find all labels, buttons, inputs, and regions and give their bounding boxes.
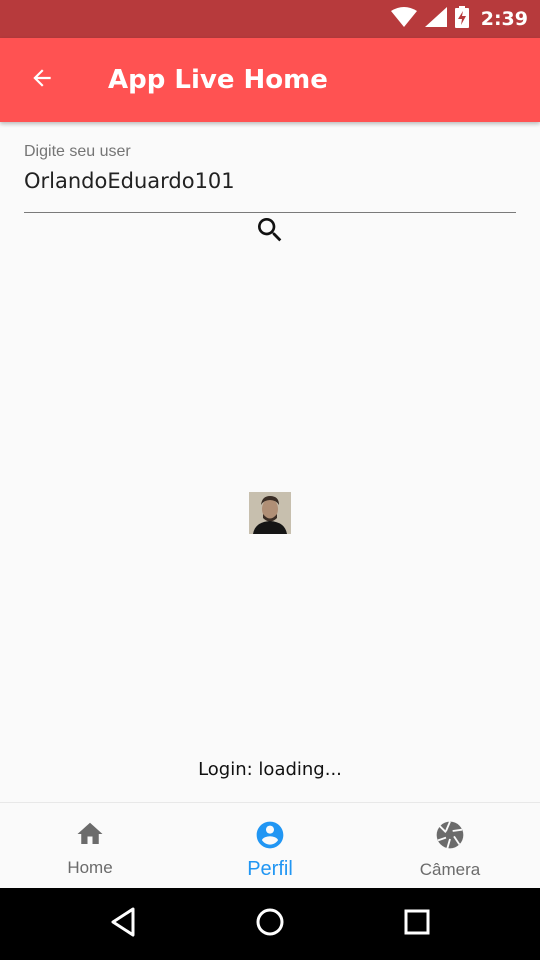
system-navigation-bar <box>0 888 540 960</box>
login-status: Login: loading... <box>198 759 342 780</box>
nav-item-perfil[interactable]: Perfil <box>180 803 360 888</box>
user-avatar-photo <box>249 492 291 534</box>
nav-item-home[interactable]: Home <box>0 803 180 888</box>
back-button[interactable] <box>20 58 64 102</box>
user-input[interactable] <box>24 169 516 193</box>
account-circle-icon <box>253 819 287 856</box>
search-icon <box>254 214 286 251</box>
system-recents-button[interactable] <box>387 894 447 954</box>
home-icon <box>74 819 106 854</box>
nav-item-camera[interactable]: Câmera <box>360 803 540 888</box>
home-circle-icon <box>255 907 285 942</box>
page-title: App Live Home <box>108 65 328 95</box>
camera-shutter-icon <box>434 819 466 856</box>
nav-label-perfil: Perfil <box>247 858 293 880</box>
bottom-navigation: Home Perfil Câmera <box>0 802 540 888</box>
recents-square-icon <box>404 909 430 940</box>
wifi-icon <box>390 6 417 32</box>
search-button[interactable] <box>252 214 288 250</box>
signal-icon <box>424 6 447 32</box>
user-field-label: Digite seu user <box>24 143 131 160</box>
user-field[interactable]: Digite seu user <box>24 140 516 213</box>
status-bar: 2:39 <box>0 0 540 38</box>
nav-label-home: Home <box>67 858 113 877</box>
nav-label-camera: Câmera <box>419 860 481 879</box>
system-back-button[interactable] <box>93 894 153 954</box>
status-time: 2:39 <box>480 8 528 30</box>
system-home-button[interactable] <box>240 894 300 954</box>
battery-charging-icon <box>454 5 469 33</box>
app-bar: App Live Home <box>0 38 540 122</box>
back-triangle-icon <box>110 907 136 942</box>
arrow-back-icon <box>29 65 55 96</box>
